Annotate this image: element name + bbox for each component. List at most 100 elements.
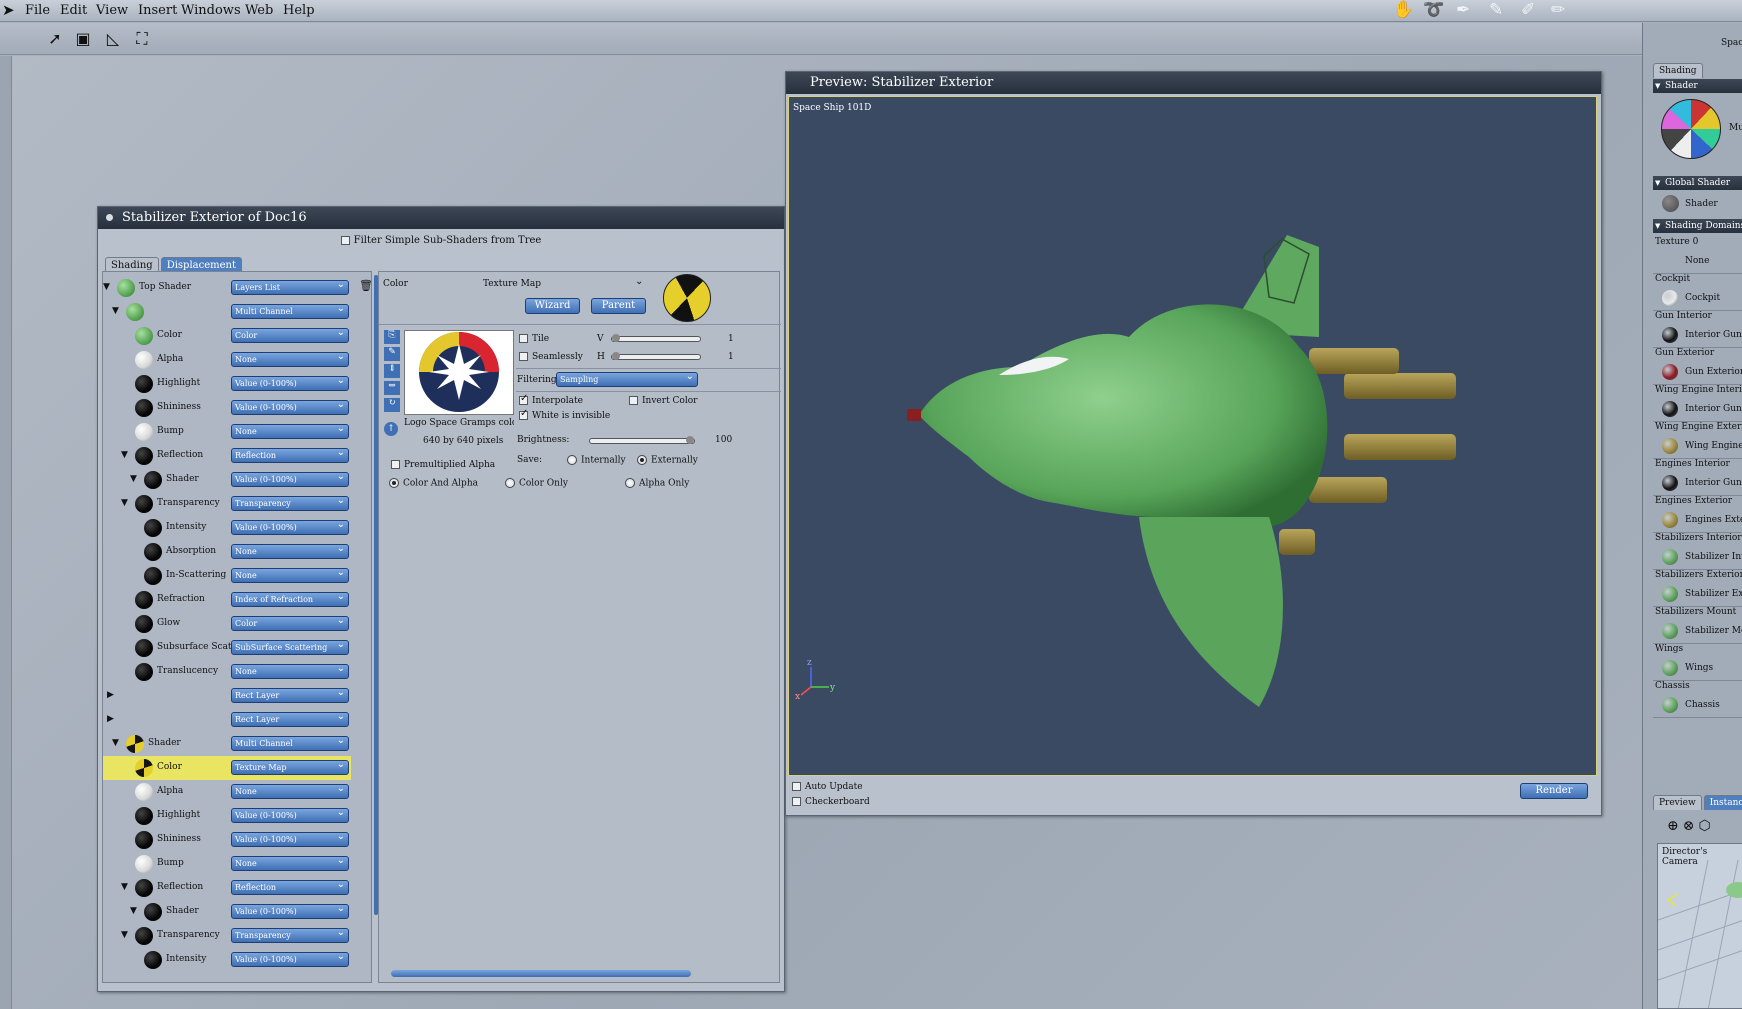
menu-view[interactable]: View	[96, 3, 128, 18]
tree-row[interactable]: Color Texture Map	[103, 756, 351, 780]
tree-row-dropdown[interactable]: Texture Map	[231, 760, 349, 775]
tree-row[interactable]: Bump None	[103, 852, 351, 876]
menu-insert[interactable]: Insert	[138, 3, 177, 18]
tree-row-dropdown[interactable]: Transparency	[231, 928, 349, 943]
flip-horizontal-icon[interactable]: ⇔	[384, 381, 400, 395]
rotate-icon[interactable]: ↻	[384, 398, 400, 412]
save-externally-radio[interactable]	[637, 455, 647, 465]
tree-row[interactable]: Highlight Value (0-100%)	[103, 372, 351, 396]
tree-row-dropdown[interactable]: Index of Refraction	[231, 592, 349, 607]
tree-row[interactable]: Alpha None	[103, 348, 351, 372]
shader-section-header[interactable]: Shader	[1653, 79, 1742, 93]
menu-web[interactable]: Web	[245, 3, 273, 18]
tree-row[interactable]: Refraction Index of Refraction	[103, 588, 351, 612]
filter-checkbox[interactable]	[340, 236, 350, 245]
paint-tool-icon[interactable]: ✐	[1521, 0, 1535, 20]
menu-help[interactable]: Help	[283, 3, 315, 18]
tree-row[interactable]: Glow Color	[103, 612, 351, 636]
tree-row[interactable]: Bump None	[103, 420, 351, 444]
frame-select-icon[interactable]: ⛶	[131, 28, 153, 50]
tree-row[interactable]: ▼ Top Shader Layers List	[103, 276, 351, 300]
tree-row[interactable]: ▼ Transparency Transparency	[103, 924, 351, 948]
horizontal-scrollbar[interactable]	[391, 970, 691, 977]
brush-tool-icon[interactable]: ✎	[1489, 0, 1503, 20]
tile-checkbox[interactable]	[519, 334, 528, 343]
h-slider[interactable]	[611, 352, 701, 360]
shading-domain[interactable]: Engines Interior Interior Gun a	[1653, 456, 1742, 496]
box-select-icon[interactable]: ▣	[72, 28, 94, 50]
camera-preview[interactable]: Director's Camera	[1657, 843, 1742, 1009]
close-icon[interactable]	[106, 214, 113, 221]
expand-triangle-icon[interactable]: ▼	[130, 906, 137, 916]
tree-row[interactable]: ▼ Shader Value (0-100%)	[103, 900, 351, 924]
tree-row[interactable]: Absorption None	[103, 540, 351, 564]
expand-triangle-icon[interactable]: ▼	[130, 474, 137, 484]
shading-domain[interactable]: Stabilizers Exterior Stabilizer Ext	[1653, 567, 1742, 607]
shading-domain[interactable]: Wing Engine Exterior Wing Engine	[1653, 419, 1742, 459]
trash-icon[interactable]: 🗑	[359, 279, 371, 292]
tree-row-dropdown[interactable]: None	[231, 352, 349, 367]
shading-domain[interactable]: Stabilizers Interior Stabilizer Inte	[1653, 530, 1742, 570]
wizard-button[interactable]: Wizard	[525, 298, 580, 314]
tree-row-dropdown[interactable]: Value (0-100%)	[231, 520, 349, 535]
tree-row-dropdown[interactable]: Value (0-100%)	[231, 904, 349, 919]
shader-window-titlebar[interactable]: Stabilizer Exterior of Doc16	[98, 207, 784, 229]
menu-file[interactable]: File	[25, 3, 50, 18]
polygon-select-icon[interactable]: ◺	[102, 28, 124, 50]
tree-row-dropdown[interactable]: Multi Channel	[231, 304, 349, 319]
hand-tool-icon[interactable]: ✋	[1393, 0, 1414, 20]
tree-row[interactable]: ▼ Transparency Transparency	[103, 492, 351, 516]
info-icon[interactable]: ↑	[384, 422, 398, 436]
expand-triangle-icon[interactable]: ▶	[107, 690, 114, 700]
tree-row-dropdown[interactable]: Value (0-100%)	[231, 376, 349, 391]
flip-vertical-icon[interactable]: ⇕	[384, 364, 400, 378]
tree-row-dropdown[interactable]: Value (0-100%)	[231, 808, 349, 823]
tree-row[interactable]: ▶ Rect Layer	[103, 684, 351, 708]
tab-instances[interactable]: Instances	[1703, 795, 1742, 810]
tree-row-dropdown[interactable]: Color	[231, 616, 349, 631]
invert-color-checkbox[interactable]	[629, 396, 638, 405]
tree-row-dropdown[interactable]: SubSurface Scattering	[231, 640, 349, 655]
tree-row-dropdown[interactable]: None	[231, 664, 349, 679]
preview-titlebar[interactable]: Preview: Stabilizer Exterior	[786, 72, 1601, 94]
tree-row-dropdown[interactable]: Value (0-100%)	[231, 472, 349, 487]
app-logo-icon[interactable]: ➤	[2, 1, 15, 19]
color-and-alpha-radio[interactable]	[389, 478, 399, 488]
tab-preview[interactable]: Preview	[1653, 795, 1702, 810]
shading-domain[interactable]: Engines Exterior Engines Exter	[1653, 493, 1742, 533]
expand-triangle-icon[interactable]: ▼	[112, 738, 119, 748]
tree-row-dropdown[interactable]: Color	[231, 328, 349, 343]
white-invisible-checkbox[interactable]	[519, 408, 528, 420]
navigation-icons[interactable]: ⊕⊗⬡	[1667, 818, 1715, 834]
tree-row[interactable]: ▼ Reflection Reflection	[103, 444, 351, 468]
pen-tool-icon[interactable]: ✒	[1456, 0, 1470, 20]
expand-triangle-icon[interactable]: ▼	[121, 882, 128, 892]
expand-triangle-icon[interactable]: ▶	[107, 714, 114, 724]
tree-row-dropdown[interactable]: Layers List	[231, 280, 349, 295]
tree-row-dropdown[interactable]: Transparency	[231, 496, 349, 511]
shading-domain[interactable]: Chassis Chassis	[1653, 678, 1742, 718]
shading-domain[interactable]: Cockpit Cockpit	[1653, 271, 1742, 311]
shading-domain[interactable]: Gun Exterior Gun Exterior	[1653, 345, 1742, 385]
tree-row-dropdown[interactable]: Value (0-100%)	[231, 832, 349, 847]
expand-triangle-icon[interactable]: ▼	[121, 450, 128, 460]
tree-row-dropdown[interactable]: None	[231, 544, 349, 559]
eraser-tool-icon[interactable]: ✏	[1551, 0, 1565, 20]
expand-triangle-icon[interactable]: ▼	[112, 306, 119, 316]
shading-domain[interactable]: Wings Wings	[1653, 641, 1742, 681]
tree-row[interactable]: ▼ Multi Channel	[103, 300, 351, 324]
chevron-down-icon[interactable]: ⌄	[635, 276, 643, 287]
seamlessly-checkbox[interactable]	[519, 352, 528, 361]
shading-domain[interactable]: Stabilizers Mount Stabilizer Mo	[1653, 604, 1742, 644]
tree-row[interactable]: In-Scattering None	[103, 564, 351, 588]
tree-row[interactable]: Subsurface Scat SubSurface Scattering	[103, 636, 351, 660]
tab-side-shading[interactable]: Shading	[1653, 63, 1703, 78]
filtering-dropdown[interactable]: Sampling	[556, 372, 698, 387]
expand-triangle-icon[interactable]: ▼	[121, 498, 128, 508]
tree-row[interactable]: ▼ Reflection Reflection	[103, 876, 351, 900]
parent-button[interactable]: Parent	[591, 298, 646, 314]
tree-row[interactable]: Shininess Value (0-100%)	[103, 396, 351, 420]
tree-row-dropdown[interactable]: None	[231, 568, 349, 583]
checkerboard-checkbox[interactable]	[792, 797, 801, 806]
tree-splitter[interactable]	[374, 275, 378, 915]
